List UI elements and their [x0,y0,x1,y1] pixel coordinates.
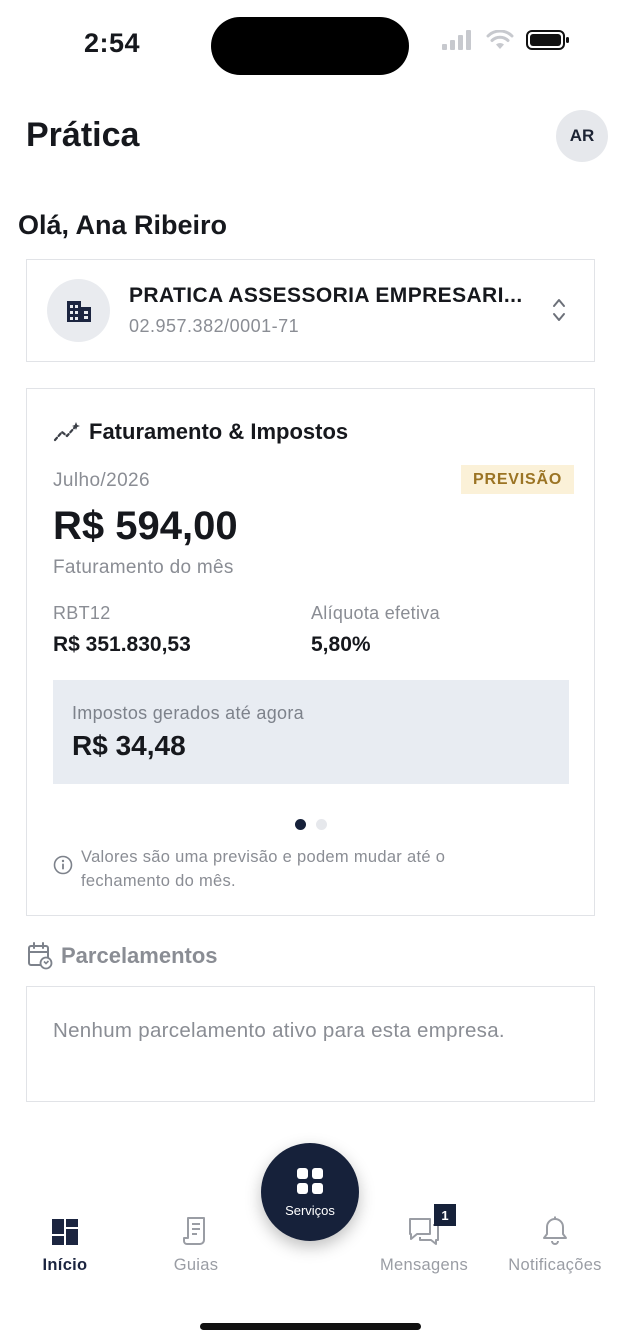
status-icons [442,30,570,50]
calendar-refresh-icon [28,942,53,970]
revenue-value: R$ 594,00 [53,504,238,548]
chevron-up-down-icon [553,299,565,321]
services-fab-label: Serviços [285,1202,335,1218]
messages-badge: 1 [434,1204,456,1226]
home-indicator [200,1323,421,1330]
nav-label-notificacoes: Notificações [508,1256,602,1274]
taxes-label: Impostos gerados até agora [72,703,304,723]
wifi-icon [486,30,514,49]
billing-header: Faturamento & Impostos [53,419,348,445]
taxes-value: R$ 34,48 [72,730,186,761]
nav-item-mensagens[interactable]: 1 Mensagens [364,1204,484,1275]
app-title: Prática [26,116,140,154]
building-icon [66,300,91,322]
nav-item-inicio[interactable]: Início [5,1212,125,1275]
dashboard-icon [52,1219,78,1245]
forecast-badge: PREVISÃO [461,465,575,494]
rbt12-label: RBT12 [53,603,111,623]
company-icon-wrap [47,279,110,342]
billing-card[interactable]: Faturamento & Impostos Julho/2026 PREVIS… [26,388,595,916]
company-cnpj: 02.957.382/0001-71 [129,316,300,336]
signal-icon [442,30,471,50]
forecast-disclaimer: Valores são uma previsão e podem mudar a… [81,848,446,890]
pager-dot-2[interactable] [316,819,327,830]
pager-dot-1[interactable] [295,819,306,830]
status-bar: 2:54 [0,0,620,92]
taxes-box: Impostos gerados até agora R$ 34,48 [53,680,569,784]
effective-rate-label: Alíquota efetiva [311,603,440,623]
billing-title: Faturamento & Impostos [89,419,349,444]
nav-label-mensagens: Mensagens [379,1256,468,1274]
carousel-pager[interactable] [295,819,327,830]
installments-title: Parcelamentos [61,943,218,968]
avatar-initials: AR [569,126,595,145]
avatar[interactable]: AR [556,110,608,162]
company-name: PRATICA ASSESSORIA EMPRESARI... [129,284,523,307]
status-time: 2:54 [84,28,141,58]
installments-card: Nenhum parcelamento ativo para esta empr… [26,986,595,1102]
nav-item-notificacoes[interactable]: Notificações [495,1212,615,1275]
effective-rate-value: 5,80% [311,633,371,656]
billing-period: Julho/2026 [53,470,150,491]
grid-icon [297,1167,323,1194]
battery-icon [526,30,569,50]
revenue-label: Faturamento do mês [53,557,234,578]
installments-header: Parcelamentos [27,942,218,970]
greeting: Olá, Ana Ribeiro [18,210,228,240]
dynamic-island [211,17,409,75]
rbt12-value: R$ 351.830,53 [53,633,191,656]
bell-icon [543,1216,567,1245]
receipt-icon [183,1217,205,1245]
nav-item-guias[interactable]: Guias [136,1212,256,1275]
sparkle-chart-icon [53,422,80,442]
installments-empty-text: Nenhum parcelamento ativo para esta empr… [53,1019,505,1042]
info-icon [53,855,73,875]
nav-label-guias: Guias [173,1256,219,1274]
services-fab[interactable]: Serviços [261,1143,359,1241]
company-selector[interactable]: PRATICA ASSESSORIA EMPRESARI... 02.957.3… [26,259,595,362]
nav-label-inicio: Início [42,1256,88,1274]
